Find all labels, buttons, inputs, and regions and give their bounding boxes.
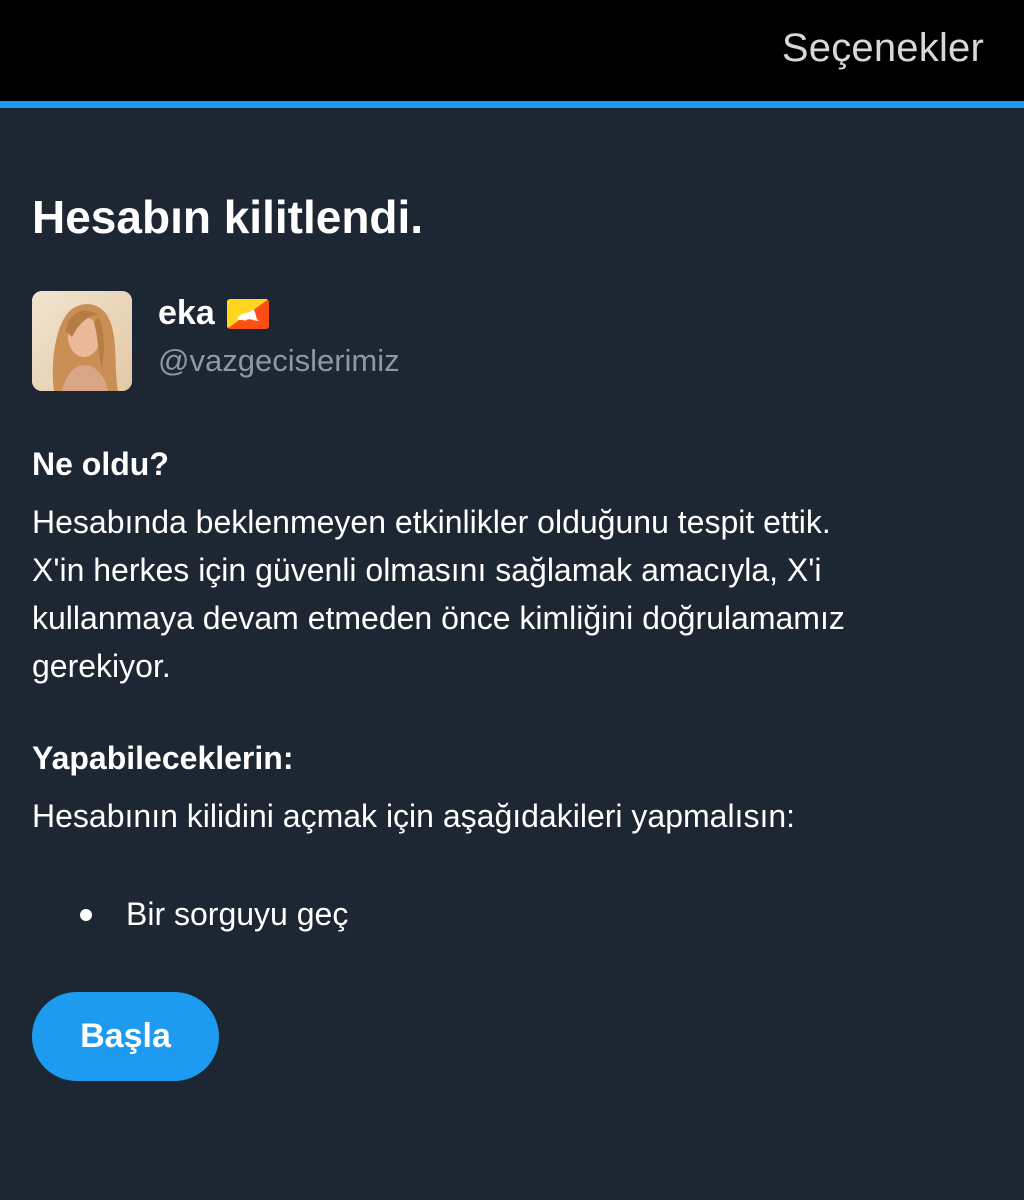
options-link[interactable]: Seçenekler — [782, 26, 984, 71]
what-you-can-do-text: Hesabının kilidini açmak için aşağıdakil… — [32, 798, 796, 834]
what-happened-text: Hesabında beklenmeyen etkinlikler olduğu… — [32, 498, 992, 690]
list-item-label: Bir sorguyu geç — [126, 896, 349, 932]
bullet-icon — [80, 908, 92, 921]
what-you-can-do-heading: Yapabileceklerin: — [32, 740, 294, 776]
what-happened-line: X'in herkes için güvenli olmasını sağlam… — [32, 552, 822, 588]
avatar — [32, 291, 132, 391]
bhutan-flag-icon — [226, 298, 269, 329]
display-name: eka — [158, 294, 215, 332]
main-content: Hesabın kilitlendi. eka @vazgecislerimiz… — [0, 108, 1024, 1200]
what-happened-heading: Ne oldu? — [32, 446, 169, 482]
top-bar: Seçenekler — [0, 0, 1024, 101]
what-happened-line: Hesabında beklenmeyen etkinlikler olduğu… — [32, 504, 831, 540]
user-handle: @vazgecislerimiz — [158, 343, 400, 378]
start-button[interactable]: Başla — [32, 992, 219, 1081]
what-happened-line: gerekiyor. — [32, 648, 171, 684]
display-name-row: eka — [158, 294, 269, 333]
list-item: Bir sorguyu geç — [80, 896, 348, 933]
page-title: Hesabın kilitlendi. — [32, 191, 424, 243]
what-happened-line: kullanmaya devam etmeden önce kimliğini … — [32, 600, 845, 636]
accent-divider — [0, 101, 1024, 108]
